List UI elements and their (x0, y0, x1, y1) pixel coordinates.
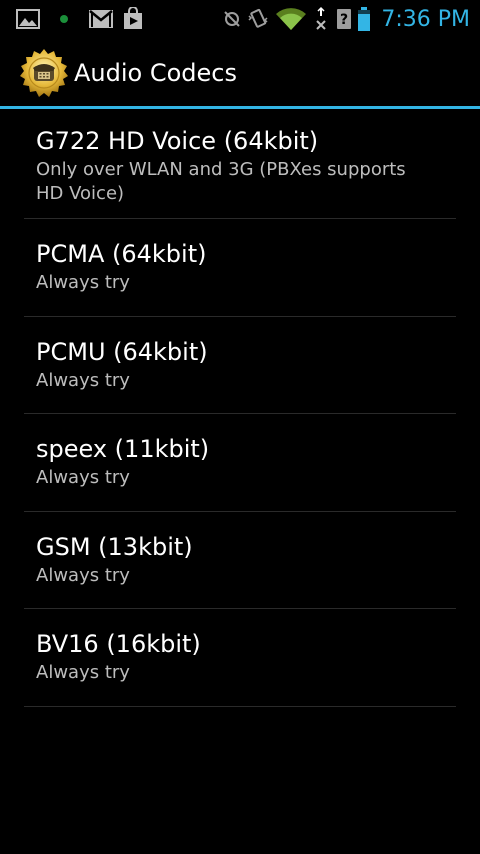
codec-description: Always try (36, 272, 130, 294)
list-item-gsm[interactable]: GSM (13kbit) Always try (24, 512, 456, 609)
codec-description: Always try (36, 662, 130, 684)
codec-description: Always try (36, 369, 130, 391)
codec-description: Only over WLAN and 3G (PBXes supports HD… (36, 158, 406, 204)
unknown-sim-icon: ? (333, 0, 355, 38)
battery-icon (355, 0, 373, 38)
list-item-speex[interactable]: speex (11kbit) Always try (24, 414, 456, 512)
page-title: Audio Codecs (74, 59, 237, 87)
codec-name: PCMA (64kbit) (36, 240, 207, 269)
sync-off-icon (221, 0, 243, 38)
list-item-g722[interactable]: G722 HD Voice (64kbit) Only over WLAN an… (24, 109, 456, 219)
codec-name: BV16 (16kbit) (36, 630, 201, 659)
list-item-bv16[interactable]: BV16 (16kbit) Always try (24, 609, 456, 707)
phone-seal-icon[interactable] (18, 47, 70, 99)
codec-list: G722 HD Voice (64kbit) Only over WLAN an… (0, 109, 480, 707)
data-icon (309, 0, 333, 38)
codec-description: Always try (36, 467, 130, 489)
codec-name: PCMU (64kbit) (36, 337, 208, 366)
picture-icon (14, 0, 42, 38)
gmail-icon (86, 0, 116, 38)
svg-text:?: ? (340, 12, 348, 28)
list-item-pcma[interactable]: PCMA (64kbit) Always try (24, 219, 456, 317)
codec-name: GSM (13kbit) (36, 532, 193, 561)
action-bar: Audio Codecs (0, 38, 480, 108)
status-bar: ? 7:36 PM (0, 0, 480, 38)
vibrate-icon (243, 0, 273, 38)
clock: 7:36 PM (381, 6, 470, 32)
notification-dot-icon (42, 0, 86, 38)
codec-name: G722 HD Voice (64kbit) (36, 126, 319, 155)
status-bar-notifications (0, 0, 150, 38)
status-bar-system: ? 7:36 PM (221, 0, 480, 38)
codec-description: Always try (36, 564, 130, 586)
list-item-pcmu[interactable]: PCMU (64kbit) Always try (24, 317, 456, 414)
codec-name: speex (11kbit) (36, 435, 210, 464)
play-store-icon (116, 0, 150, 38)
wifi-icon (273, 0, 309, 38)
